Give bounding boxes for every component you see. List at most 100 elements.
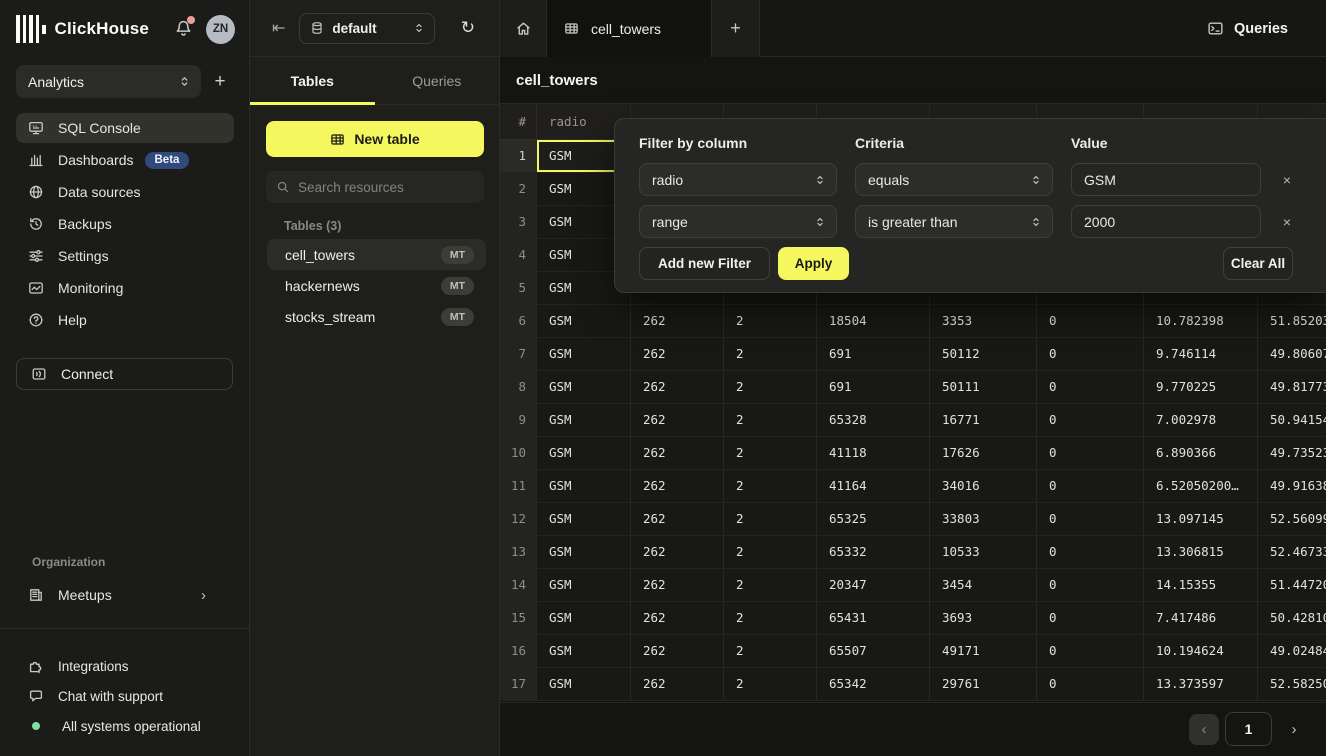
table-cell[interactable]: 0	[1037, 668, 1144, 701]
table-cell[interactable]: 262	[631, 305, 724, 338]
sidebar-item-data-sources[interactable]: Data sources	[16, 177, 234, 207]
apply-filters-button[interactable]: Apply	[778, 247, 849, 280]
sidebar-item-monitoring[interactable]: Monitoring	[16, 273, 234, 303]
table-cell[interactable]: 0	[1037, 338, 1144, 371]
table-cell[interactable]: 65431	[817, 602, 930, 635]
sidebar-item-dashboards[interactable]: Dashboards Beta	[16, 145, 234, 175]
table-cell[interactable]: 13.373597	[1144, 668, 1258, 701]
table-cell[interactable]: GSM	[537, 635, 631, 668]
table-cell[interactable]: 49.806073	[1258, 338, 1326, 371]
table-cell[interactable]: 10.782398	[1144, 305, 1258, 338]
table-cell[interactable]: 0	[1037, 536, 1144, 569]
table-cell[interactable]: 0	[1037, 635, 1144, 668]
sidebar-item-chat-support[interactable]: Chat with support	[16, 682, 234, 710]
table-cell[interactable]: 262	[631, 338, 724, 371]
refresh-tables-button[interactable]: ↻	[461, 18, 475, 38]
column-header[interactable]: #	[500, 104, 537, 140]
table-cell[interactable]: 49.735233	[1258, 437, 1326, 470]
connect-button[interactable]: Connect	[16, 358, 233, 390]
table-cell[interactable]: GSM	[537, 503, 631, 536]
filter-value-input[interactable]	[1071, 163, 1261, 196]
table-cell[interactable]: 6.52050200…	[1144, 470, 1258, 503]
table-cell[interactable]: 16771	[930, 404, 1037, 437]
table-cell[interactable]: GSM	[537, 602, 631, 635]
database-select[interactable]: default	[299, 13, 435, 44]
table-cell[interactable]: 29761	[930, 668, 1037, 701]
tab-tables[interactable]: Tables	[250, 57, 375, 104]
table-cell[interactable]: 65325	[817, 503, 930, 536]
filter-column-select[interactable]: range	[639, 205, 837, 238]
table-cell[interactable]: 3693	[930, 602, 1037, 635]
table-cell[interactable]: 0	[1037, 371, 1144, 404]
table-cell[interactable]: GSM	[537, 338, 631, 371]
table-cell[interactable]: GSM	[537, 371, 631, 404]
table-cell[interactable]: 262	[631, 602, 724, 635]
table-cell[interactable]: 0	[1037, 602, 1144, 635]
filter-value-input[interactable]	[1071, 205, 1261, 238]
table-cell[interactable]: 13.306815	[1144, 536, 1258, 569]
table-cell[interactable]: 65332	[817, 536, 930, 569]
table-cell[interactable]: 50111	[930, 371, 1037, 404]
queries-button[interactable]: Queries	[1207, 0, 1288, 57]
table-cell[interactable]: 0	[1037, 437, 1144, 470]
table-list-item-cell-towers[interactable]: cell_towers MT	[267, 239, 486, 270]
next-page-button[interactable]: ›	[1281, 714, 1307, 745]
table-cell[interactable]: 49171	[930, 635, 1037, 668]
new-table-button[interactable]: New table	[266, 121, 484, 157]
table-cell[interactable]: 50.941544	[1258, 404, 1326, 437]
table-cell[interactable]: 262	[631, 371, 724, 404]
table-cell[interactable]: 65342	[817, 668, 930, 701]
table-cell[interactable]: 51.447201	[1258, 569, 1326, 602]
table-cell[interactable]: 2	[724, 569, 817, 602]
workspace-select[interactable]: Analytics	[16, 65, 201, 98]
table-cell[interactable]: 2	[724, 305, 817, 338]
filter-criteria-select[interactable]: equals	[855, 163, 1053, 196]
table-cell[interactable]: 2	[724, 503, 817, 536]
table-cell[interactable]: 20347	[817, 569, 930, 602]
search-input[interactable]	[298, 180, 458, 195]
sidebar-item-help[interactable]: Help	[16, 305, 234, 335]
tab-queries[interactable]: Queries	[375, 57, 500, 104]
table-cell[interactable]: 0	[1037, 503, 1144, 536]
table-cell[interactable]: 691	[817, 371, 930, 404]
search-resources-box[interactable]	[266, 171, 484, 203]
home-tab[interactable]	[500, 0, 547, 57]
table-list-item-stocks-stream[interactable]: stocks_stream MT	[267, 301, 486, 332]
table-cell[interactable]: GSM	[537, 569, 631, 602]
table-cell[interactable]: 2	[724, 602, 817, 635]
table-cell[interactable]: 34016	[930, 470, 1037, 503]
table-cell[interactable]: 262	[631, 635, 724, 668]
filter-criteria-select[interactable]: is greater than	[855, 205, 1053, 238]
notifications-button[interactable]	[174, 19, 194, 39]
table-cell[interactable]: 7.417486	[1144, 602, 1258, 635]
table-cell[interactable]: GSM	[537, 305, 631, 338]
table-cell[interactable]: 2	[724, 635, 817, 668]
sidebar-item-system-status[interactable]: All systems operational	[16, 712, 234, 740]
table-cell[interactable]: 50.428105	[1258, 602, 1326, 635]
table-cell[interactable]: 51.852036	[1258, 305, 1326, 338]
table-cell[interactable]: 262	[631, 470, 724, 503]
table-cell[interactable]: 2	[724, 371, 817, 404]
table-cell[interactable]: 0	[1037, 470, 1144, 503]
table-cell[interactable]: 18504	[817, 305, 930, 338]
clickhouse-logo-icon[interactable]	[16, 15, 46, 43]
table-cell[interactable]: 49.817739	[1258, 371, 1326, 404]
avatar[interactable]: ZN	[206, 15, 235, 44]
table-cell[interactable]: 2	[724, 338, 817, 371]
table-cell[interactable]: 3353	[930, 305, 1037, 338]
table-list-item-hackernews[interactable]: hackernews MT	[267, 270, 486, 301]
new-tab-button[interactable]: +	[712, 0, 760, 57]
table-cell[interactable]: 14.15355	[1144, 569, 1258, 602]
table-cell[interactable]: 2	[724, 668, 817, 701]
table-cell[interactable]: 262	[631, 503, 724, 536]
table-cell[interactable]: 0	[1037, 404, 1144, 437]
table-cell[interactable]: 52.582505	[1258, 668, 1326, 701]
remove-filter-button[interactable]: ×	[1275, 205, 1299, 238]
table-cell[interactable]: 262	[631, 536, 724, 569]
table-cell[interactable]: 33803	[930, 503, 1037, 536]
table-cell[interactable]: 2	[724, 404, 817, 437]
sidebar-item-backups[interactable]: Backups	[16, 209, 234, 239]
previous-page-button[interactable]: ‹	[1189, 714, 1219, 745]
table-cell[interactable]: 2	[724, 470, 817, 503]
sidebar-item-integrations[interactable]: Integrations	[16, 652, 234, 680]
